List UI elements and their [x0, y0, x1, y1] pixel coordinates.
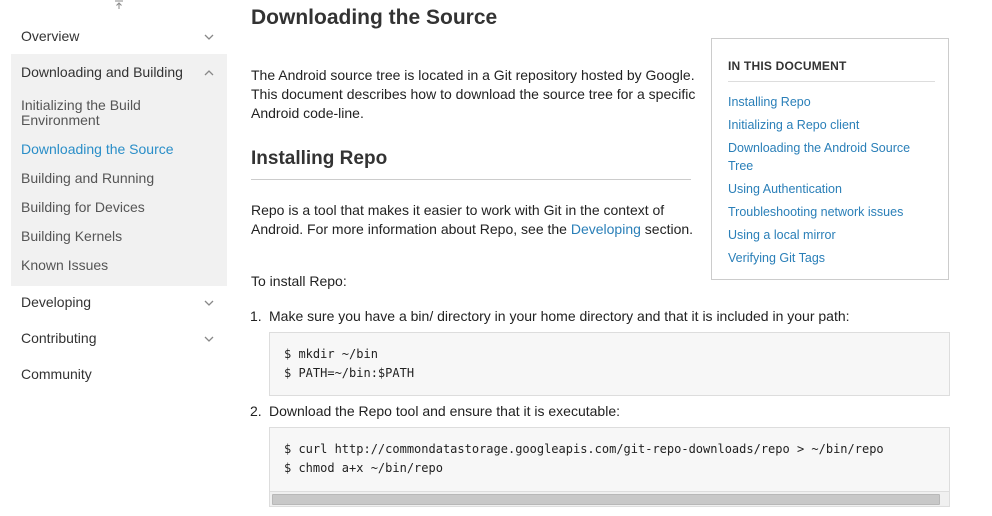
nav-item-known-issues[interactable]: Known Issues: [21, 258, 221, 273]
code-line-text: $ mkdir ~/bin: [284, 347, 378, 361]
nav-section-downloading-building[interactable]: Downloading and Building: [11, 54, 227, 90]
sidebar-nav: Overview Downloading and Building Initia…: [0, 0, 238, 516]
toc-link-verifying-git-tags[interactable]: Verifying Git Tags: [728, 249, 933, 267]
chevron-down-icon: [203, 30, 215, 42]
code-horizontal-scrollbar[interactable]: [270, 491, 949, 506]
step-number: 1.: [250, 308, 262, 324]
code-line: $ mkdir ~/bin: [284, 347, 378, 361]
chevron-down-icon: [203, 296, 215, 308]
chevron-down-icon: [203, 332, 215, 344]
step-text: Download the Repo tool and ensure that i…: [269, 403, 621, 419]
code-block-mkdir[interactable]: $ mkdir ~/bin $ PATH=~/bin:$PATH: [269, 332, 950, 396]
toc-link-using-authentication[interactable]: Using Authentication: [728, 180, 933, 198]
toc-title: IN THIS DOCUMENT: [728, 59, 847, 73]
intro-paragraph: The Android source tree is located in a …: [251, 67, 696, 121]
code-line-text: $ chmod a+x ~/bin/repo: [284, 461, 443, 475]
nav-section-developing[interactable]: Developing: [11, 284, 227, 320]
nav-section-overview[interactable]: Overview: [11, 18, 227, 54]
nav-section-contributing[interactable]: Contributing: [11, 320, 227, 356]
toc-link-local-mirror[interactable]: Using a local mirror: [728, 226, 933, 244]
step-number: 2.: [250, 403, 262, 419]
nav-section-label: Developing: [21, 294, 92, 310]
scrollbar-thumb[interactable]: [272, 494, 940, 505]
code-line-text: $ PATH=~/bin:$PATH: [284, 366, 415, 380]
code-line: $ chmod a+x ~/bin/repo: [284, 461, 443, 475]
nav-section-label: Overview: [21, 28, 80, 44]
toc-divider: [728, 81, 935, 82]
nav-section-label: Contributing: [21, 330, 97, 346]
nav-item-initializing-build-environment[interactable]: Initializing the Build Environment: [21, 98, 221, 128]
section-title-installing-repo: Installing Repo: [251, 148, 388, 169]
step-text: Make sure you have a bin/ directory in y…: [269, 308, 850, 324]
code-line: $ curl http://commondatastorage.googleap…: [284, 442, 884, 456]
toc-link-troubleshooting-network[interactable]: Troubleshooting network issues: [728, 203, 933, 221]
nav-item-building-kernels[interactable]: Building Kernels: [21, 229, 221, 244]
code-line: $ PATH=~/bin:$PATH: [284, 366, 414, 380]
nav-item-building-devices[interactable]: Building for Devices: [21, 200, 221, 215]
nav-item-building-running[interactable]: Building and Running: [21, 171, 221, 186]
nav-section-label: Community: [21, 366, 92, 382]
nav-section-label: Downloading and Building: [21, 64, 183, 80]
developing-link[interactable]: Developing: [571, 221, 641, 237]
scroll-top-icon[interactable]: [112, 0, 126, 10]
page-title: Downloading the Source: [251, 6, 498, 29]
toc-box: IN THIS DOCUMENT Installing Repo Initial…: [711, 38, 949, 280]
chevron-up-icon: [203, 66, 215, 78]
toc-link-downloading-source-tree[interactable]: Downloading the Android Source Tree: [728, 139, 933, 175]
nav-item-downloading-source[interactable]: Downloading the Source: [21, 142, 221, 157]
repo-desc-text-end: section.: [640, 221, 694, 237]
nav-section-community[interactable]: Community: [11, 356, 227, 392]
section-divider: [251, 179, 691, 180]
repo-description: Repo is a tool that makes it easier to w…: [251, 201, 696, 239]
toc-link-installing-repo[interactable]: Installing Repo: [728, 93, 933, 111]
toc-link-initializing-repo-client[interactable]: Initializing a Repo client: [728, 116, 933, 134]
to-install-text: To install Repo:: [251, 273, 347, 289]
code-line-text: $ curl http://commondatastorage.googleap…: [284, 442, 884, 456]
